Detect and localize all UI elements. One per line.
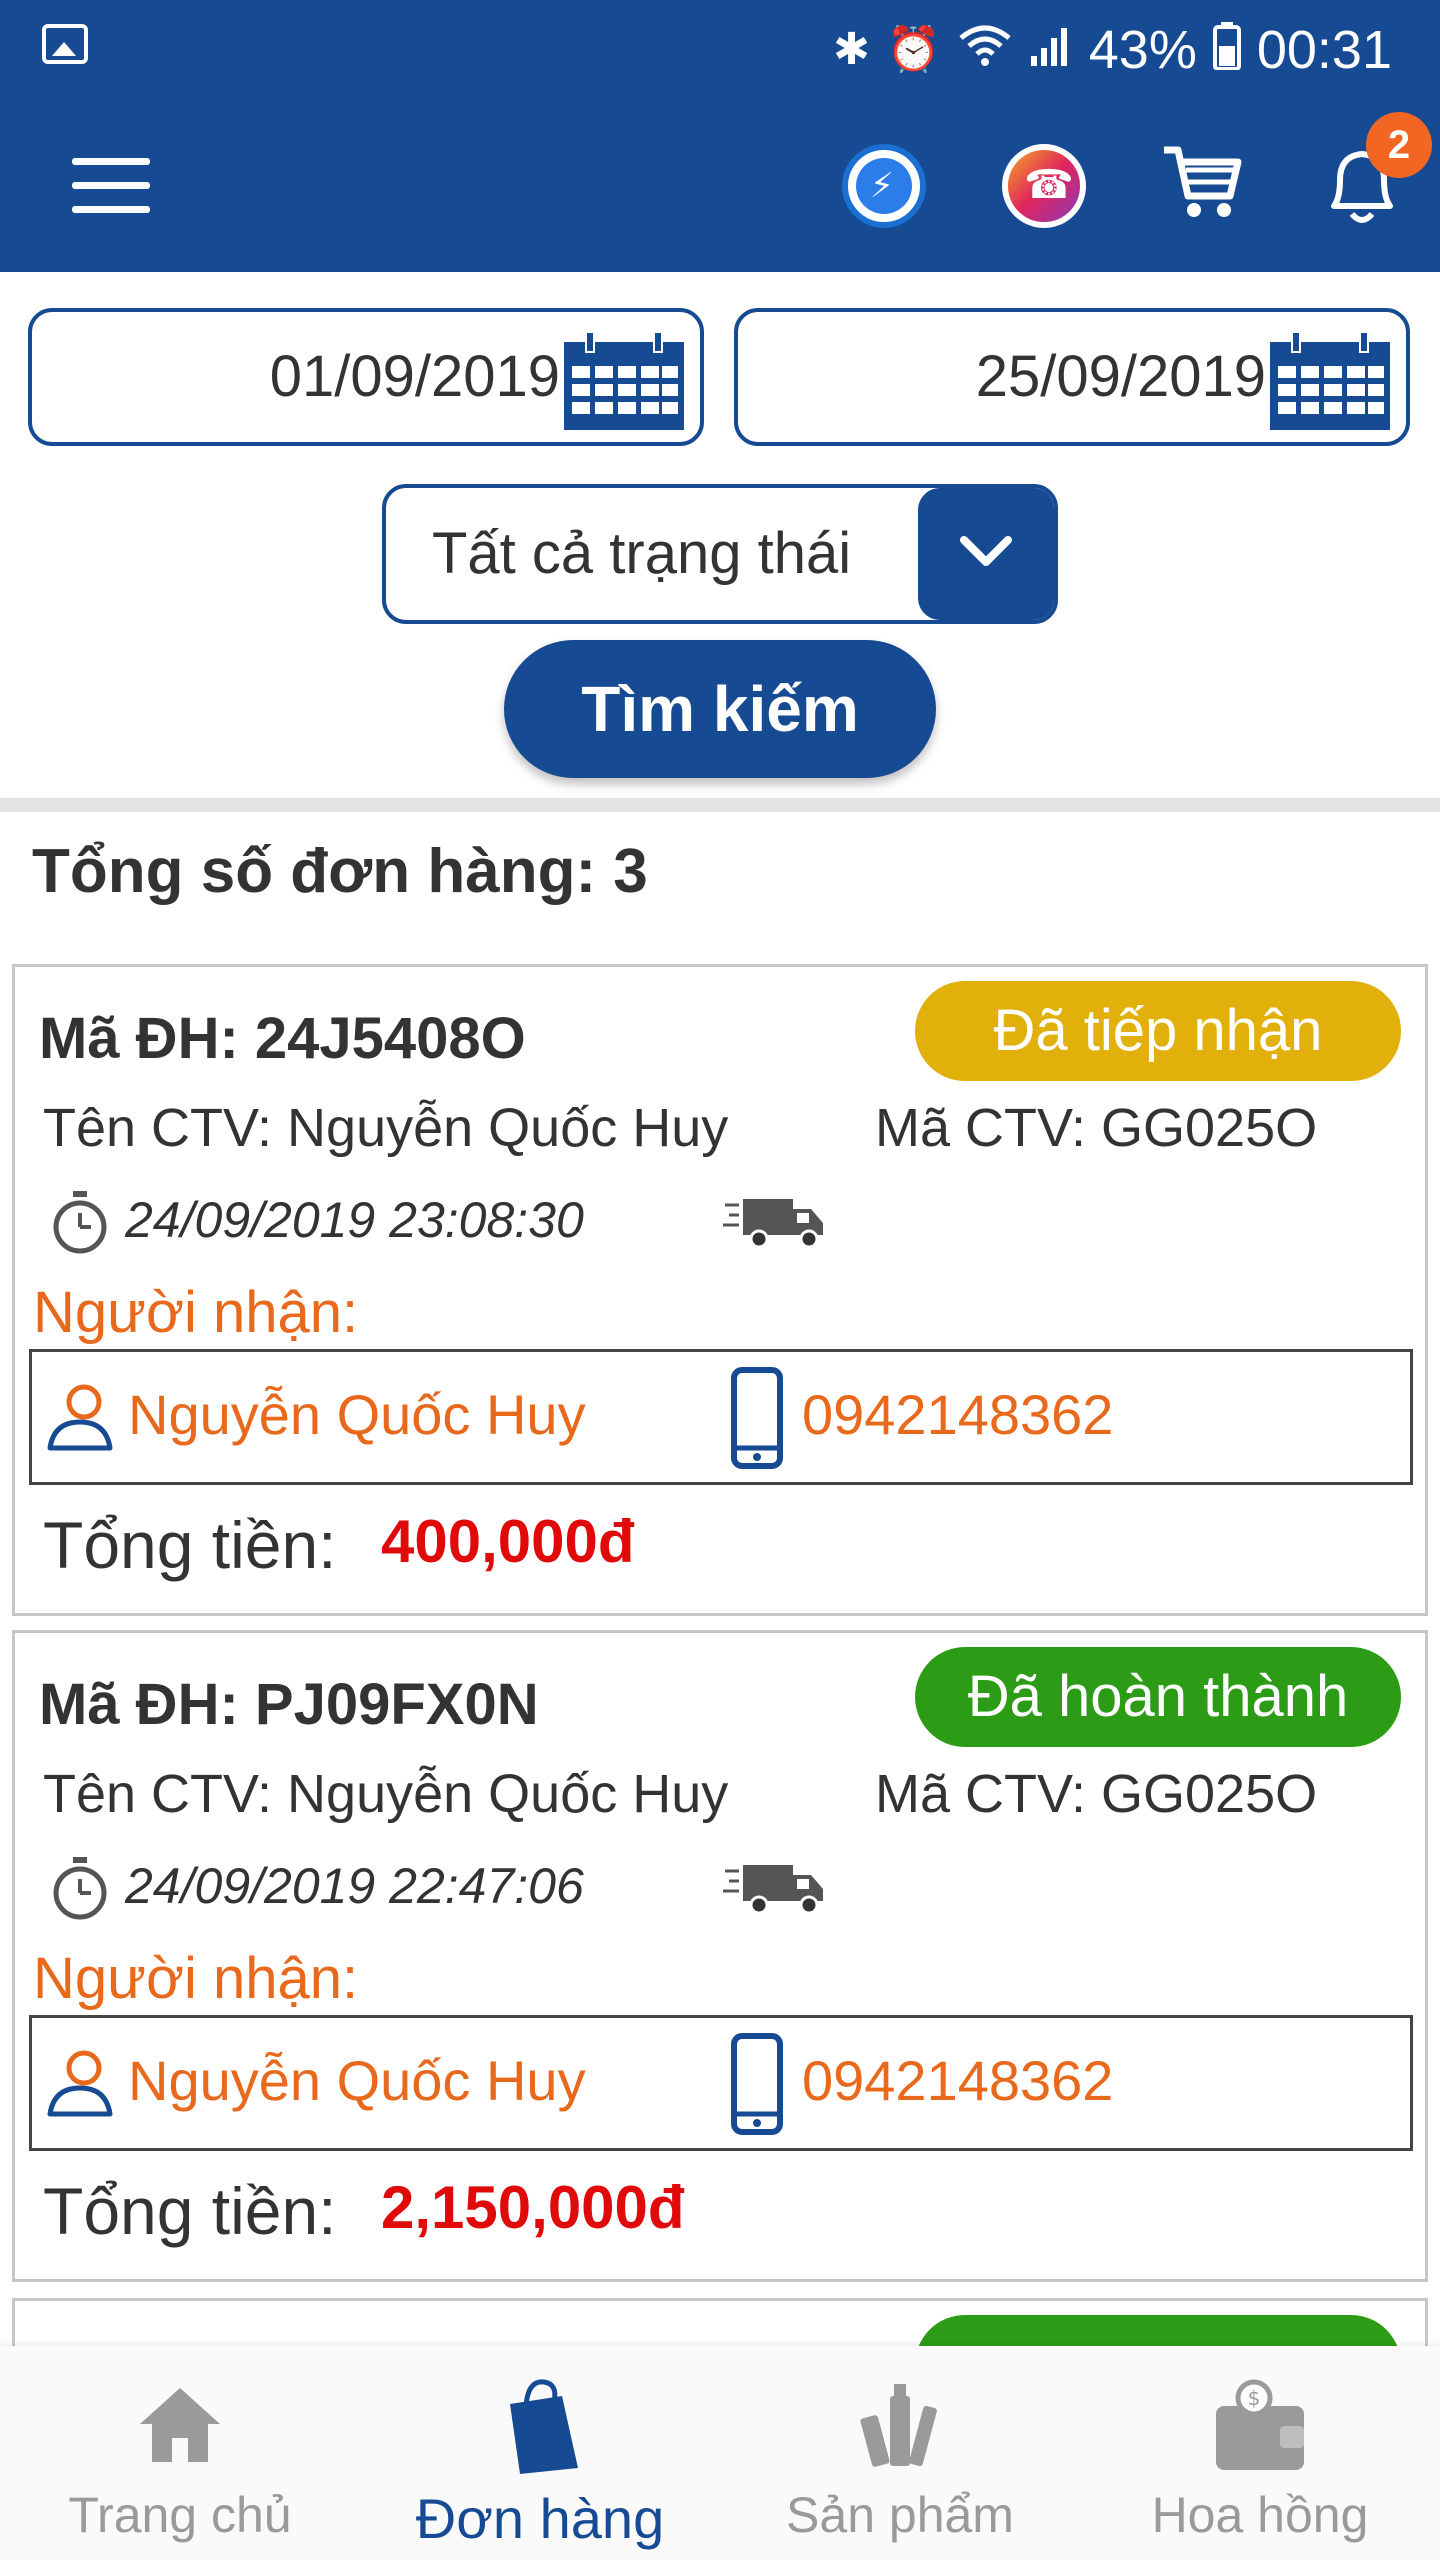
alarm-icon: ⏰ <box>885 25 941 74</box>
order-total-value: 400,000đ <box>381 1508 635 1575</box>
collaborator-name: Tên CTV: Nguyễn Quốc Huy <box>43 1764 729 1824</box>
recipient-label: Người nhận: <box>33 1946 359 2011</box>
gallery-notification-icon <box>42 24 88 64</box>
notification-count-badge: 2 <box>1366 112 1432 178</box>
nav-label: Sản phẩm <box>786 2487 1014 2543</box>
chevron-down-icon <box>960 536 1012 566</box>
recipient-label: Người nhận: <box>33 1280 359 1345</box>
viber-call-icon[interactable] <box>1002 144 1086 228</box>
status-bar: ✱ ⏰ 43% 00:31 <box>0 0 1440 100</box>
status-bar-right: ✱ ⏰ 43% 00:31 <box>833 14 1392 86</box>
dropdown-toggle[interactable] <box>918 488 1054 620</box>
total-orders-count: Tổng số đơn hàng: 3 <box>32 837 648 906</box>
section-divider <box>0 798 1440 812</box>
recipient-phone[interactable]: 0942148362 <box>802 2048 1113 2113</box>
order-card[interactable]: Mã ĐH: PJ09FX0N Đã hoàn thành Tên CTV: N… <box>12 1630 1428 2282</box>
delivery-truck-icon <box>723 1199 823 1249</box>
hamburger-menu-icon[interactable] <box>72 158 150 214</box>
nav-label: Đơn hàng <box>415 2487 665 2550</box>
wifi-icon <box>957 24 1013 76</box>
bottom-navigation: Trang chủ Đơn hàng Sản phẩm $ Hoa hồng <box>0 2346 1440 2560</box>
clock-time: 00:31 <box>1256 20 1392 80</box>
date-to-field[interactable]: 25/09/2019 <box>734 308 1410 446</box>
nav-item-products[interactable]: Sản phẩm <box>720 2346 1080 2560</box>
battery-icon <box>1212 22 1241 78</box>
wallet-icon: $ <box>1216 2379 1304 2470</box>
signal-icon <box>1029 24 1073 76</box>
order-list-screen: ✱ ⏰ 43% 00:31 ⚡ ☎ 2 01/09/2019 25/09/201… <box>0 0 1440 2560</box>
recipient-box: Nguyễn Quốc Huy 0942148362 <box>29 2015 1413 2151</box>
status-filter-dropdown[interactable]: Tất cả trạng thái <box>382 484 1058 624</box>
delivery-truck-icon <box>723 1865 823 1915</box>
order-id: Mã ĐH: PJ09FX0N <box>39 1672 539 1737</box>
recipient-name: Nguyễn Quốc Huy <box>128 1383 586 1446</box>
calendar-icon[interactable] <box>1268 332 1392 432</box>
top-bar: ✱ ⏰ 43% 00:31 <box>0 0 1440 272</box>
bluetooth-icon: ✱ <box>833 25 870 74</box>
nav-item-orders[interactable]: Đơn hàng <box>360 2346 720 2560</box>
phone-icon[interactable] <box>730 2032 784 2136</box>
date-from-field[interactable]: 01/09/2019 <box>28 308 704 446</box>
messenger-icon[interactable] <box>842 144 926 228</box>
person-icon <box>47 2050 113 2117</box>
collaborator-name: Tên CTV: Nguyễn Quốc Huy <box>43 1098 729 1158</box>
collaborator-code: Mã CTV: GG025O <box>875 1098 1318 1158</box>
calendar-icon[interactable] <box>562 332 686 432</box>
order-datetime: 24/09/2019 23:08:30 <box>125 1192 584 1248</box>
recipient-box: Nguyễn Quốc Huy 0942148362 <box>29 1349 1413 1485</box>
person-icon <box>47 1384 113 1451</box>
recipient-name: Nguyễn Quốc Huy <box>128 2049 586 2112</box>
order-status-badge: Đã tiếp nhận <box>915 981 1401 1081</box>
recipient-phone[interactable]: 0942148362 <box>802 1382 1113 1447</box>
nav-label: Trang chủ <box>68 2487 292 2543</box>
shopping-cart-icon[interactable] <box>1160 140 1244 224</box>
home-icon <box>140 2388 220 2462</box>
nav-item-commission[interactable]: $ Hoa hồng <box>1080 2346 1440 2560</box>
search-button[interactable]: Tìm kiếm <box>504 640 936 778</box>
stopwatch-icon <box>53 1857 107 1920</box>
svg-text:$: $ <box>1248 2386 1261 2410</box>
nav-item-home[interactable]: Trang chủ <box>0 2346 360 2560</box>
stopwatch-icon <box>53 1191 107 1254</box>
shopping-bag-icon <box>510 2379 578 2474</box>
order-status-badge: Đã hoàn thành <box>915 1647 1401 1747</box>
total-label: Tổng tiền: <box>43 2174 337 2248</box>
order-total-value: 2,150,000đ <box>381 2174 685 2241</box>
battery-percent: 43% <box>1088 20 1197 80</box>
order-id: Mã ĐH: 24J5408O <box>39 1006 526 1071</box>
phone-icon[interactable] <box>730 1366 784 1470</box>
collaborator-code: Mã CTV: GG025O <box>875 1764 1318 1824</box>
nav-label: Hoa hồng <box>1151 2487 1369 2543</box>
order-card[interactable]: Mã ĐH: 24J5408O Đã tiếp nhận Tên CTV: Ng… <box>12 964 1428 1616</box>
cosmetics-icon <box>860 2384 937 2467</box>
date-from-value: 01/09/2019 <box>269 344 560 409</box>
date-to-value: 25/09/2019 <box>975 344 1266 409</box>
status-filter-value: Tất cả trạng thái <box>432 521 852 586</box>
total-label: Tổng tiền: <box>43 1508 337 1582</box>
order-datetime: 24/09/2019 22:47:06 <box>125 1858 584 1914</box>
